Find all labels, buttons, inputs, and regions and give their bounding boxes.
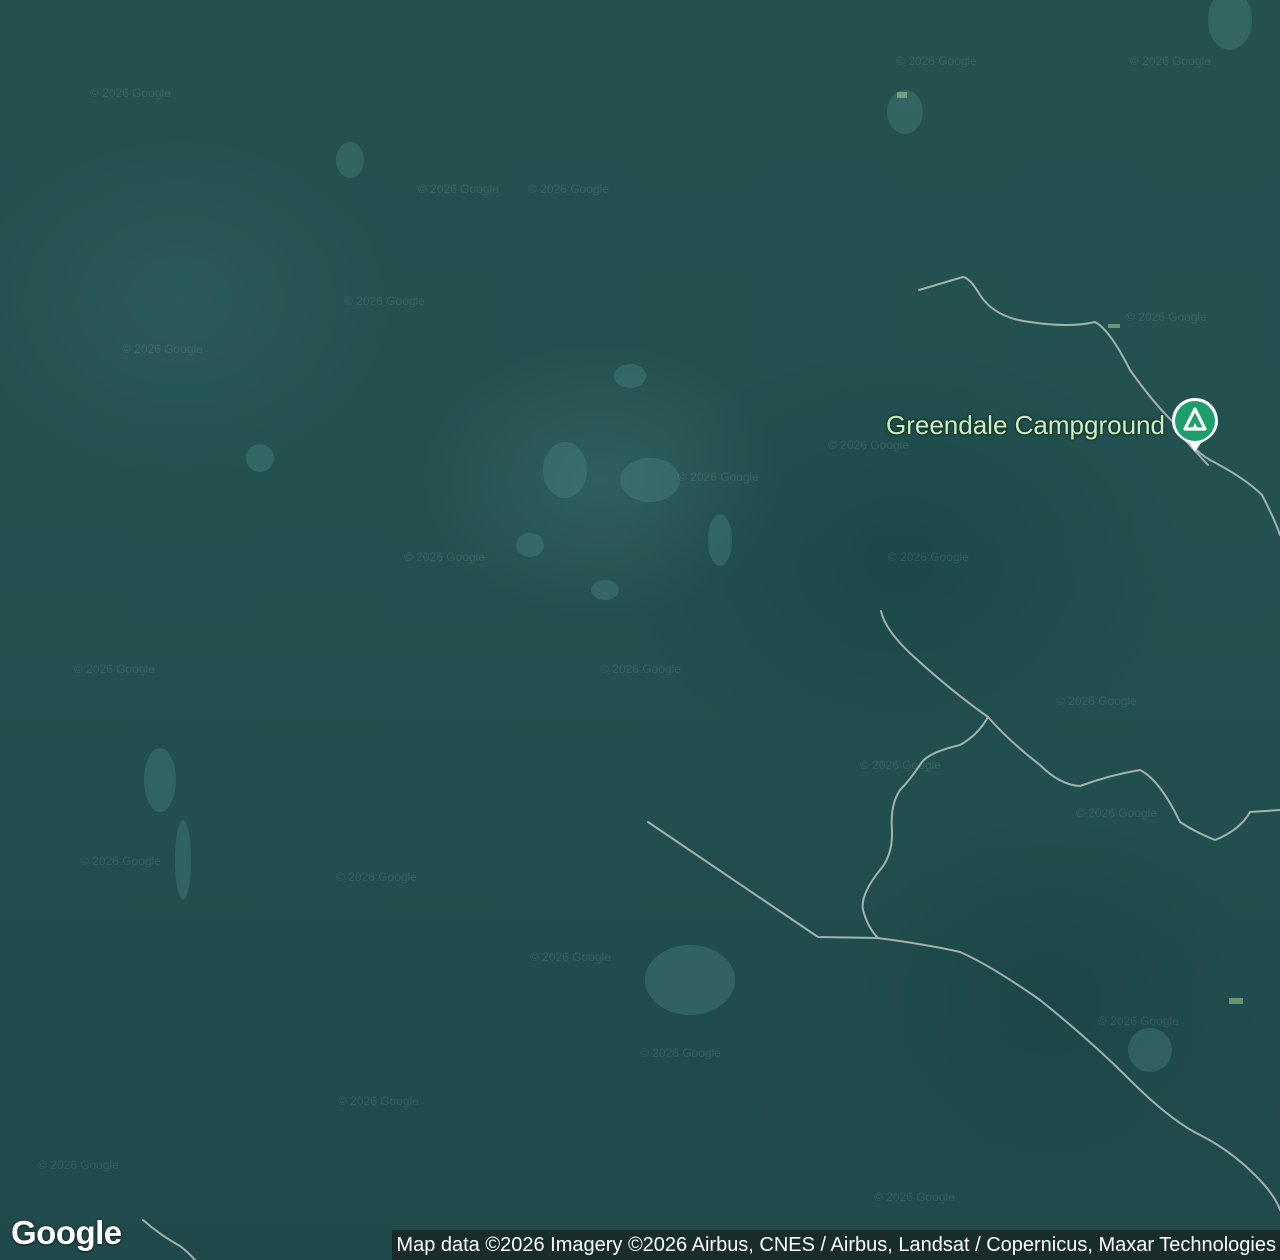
road xyxy=(861,716,989,939)
clearing-patch xyxy=(708,514,732,566)
clearing-patch xyxy=(336,142,364,178)
clearing-patch xyxy=(1208,0,1252,50)
google-logo: Google xyxy=(11,1214,122,1251)
map-attribution[interactable]: Map data ©2026 Imagery ©2026 Airbus, CNE… xyxy=(392,1230,1280,1260)
road xyxy=(880,610,1280,841)
clearing-patch xyxy=(620,458,680,502)
clearing-patch xyxy=(1128,1028,1172,1072)
satellite-terrain xyxy=(142,0,1280,1260)
clearing-patch xyxy=(543,442,587,498)
campground-marker[interactable]: Greendale Campground xyxy=(886,396,1221,454)
map-canvas[interactable]: © 2026 Google © 2026 Google © 2026 Googl… xyxy=(0,0,1280,1260)
structure-patch xyxy=(1108,324,1120,328)
structure-patch xyxy=(1229,998,1243,1004)
road xyxy=(647,821,1280,1211)
clearing-patch xyxy=(645,945,735,1015)
clearing-patch xyxy=(246,444,274,472)
clearing-patch xyxy=(175,820,191,900)
poi-label[interactable]: Greendale Campground xyxy=(886,396,1165,454)
clearing-patch xyxy=(144,748,176,812)
clearing-patch xyxy=(516,533,544,557)
clearing-patch xyxy=(614,364,646,388)
clearing-patch xyxy=(591,580,619,600)
campground-icon[interactable] xyxy=(1169,396,1221,454)
structure-patch xyxy=(897,92,907,98)
road xyxy=(142,1219,196,1260)
